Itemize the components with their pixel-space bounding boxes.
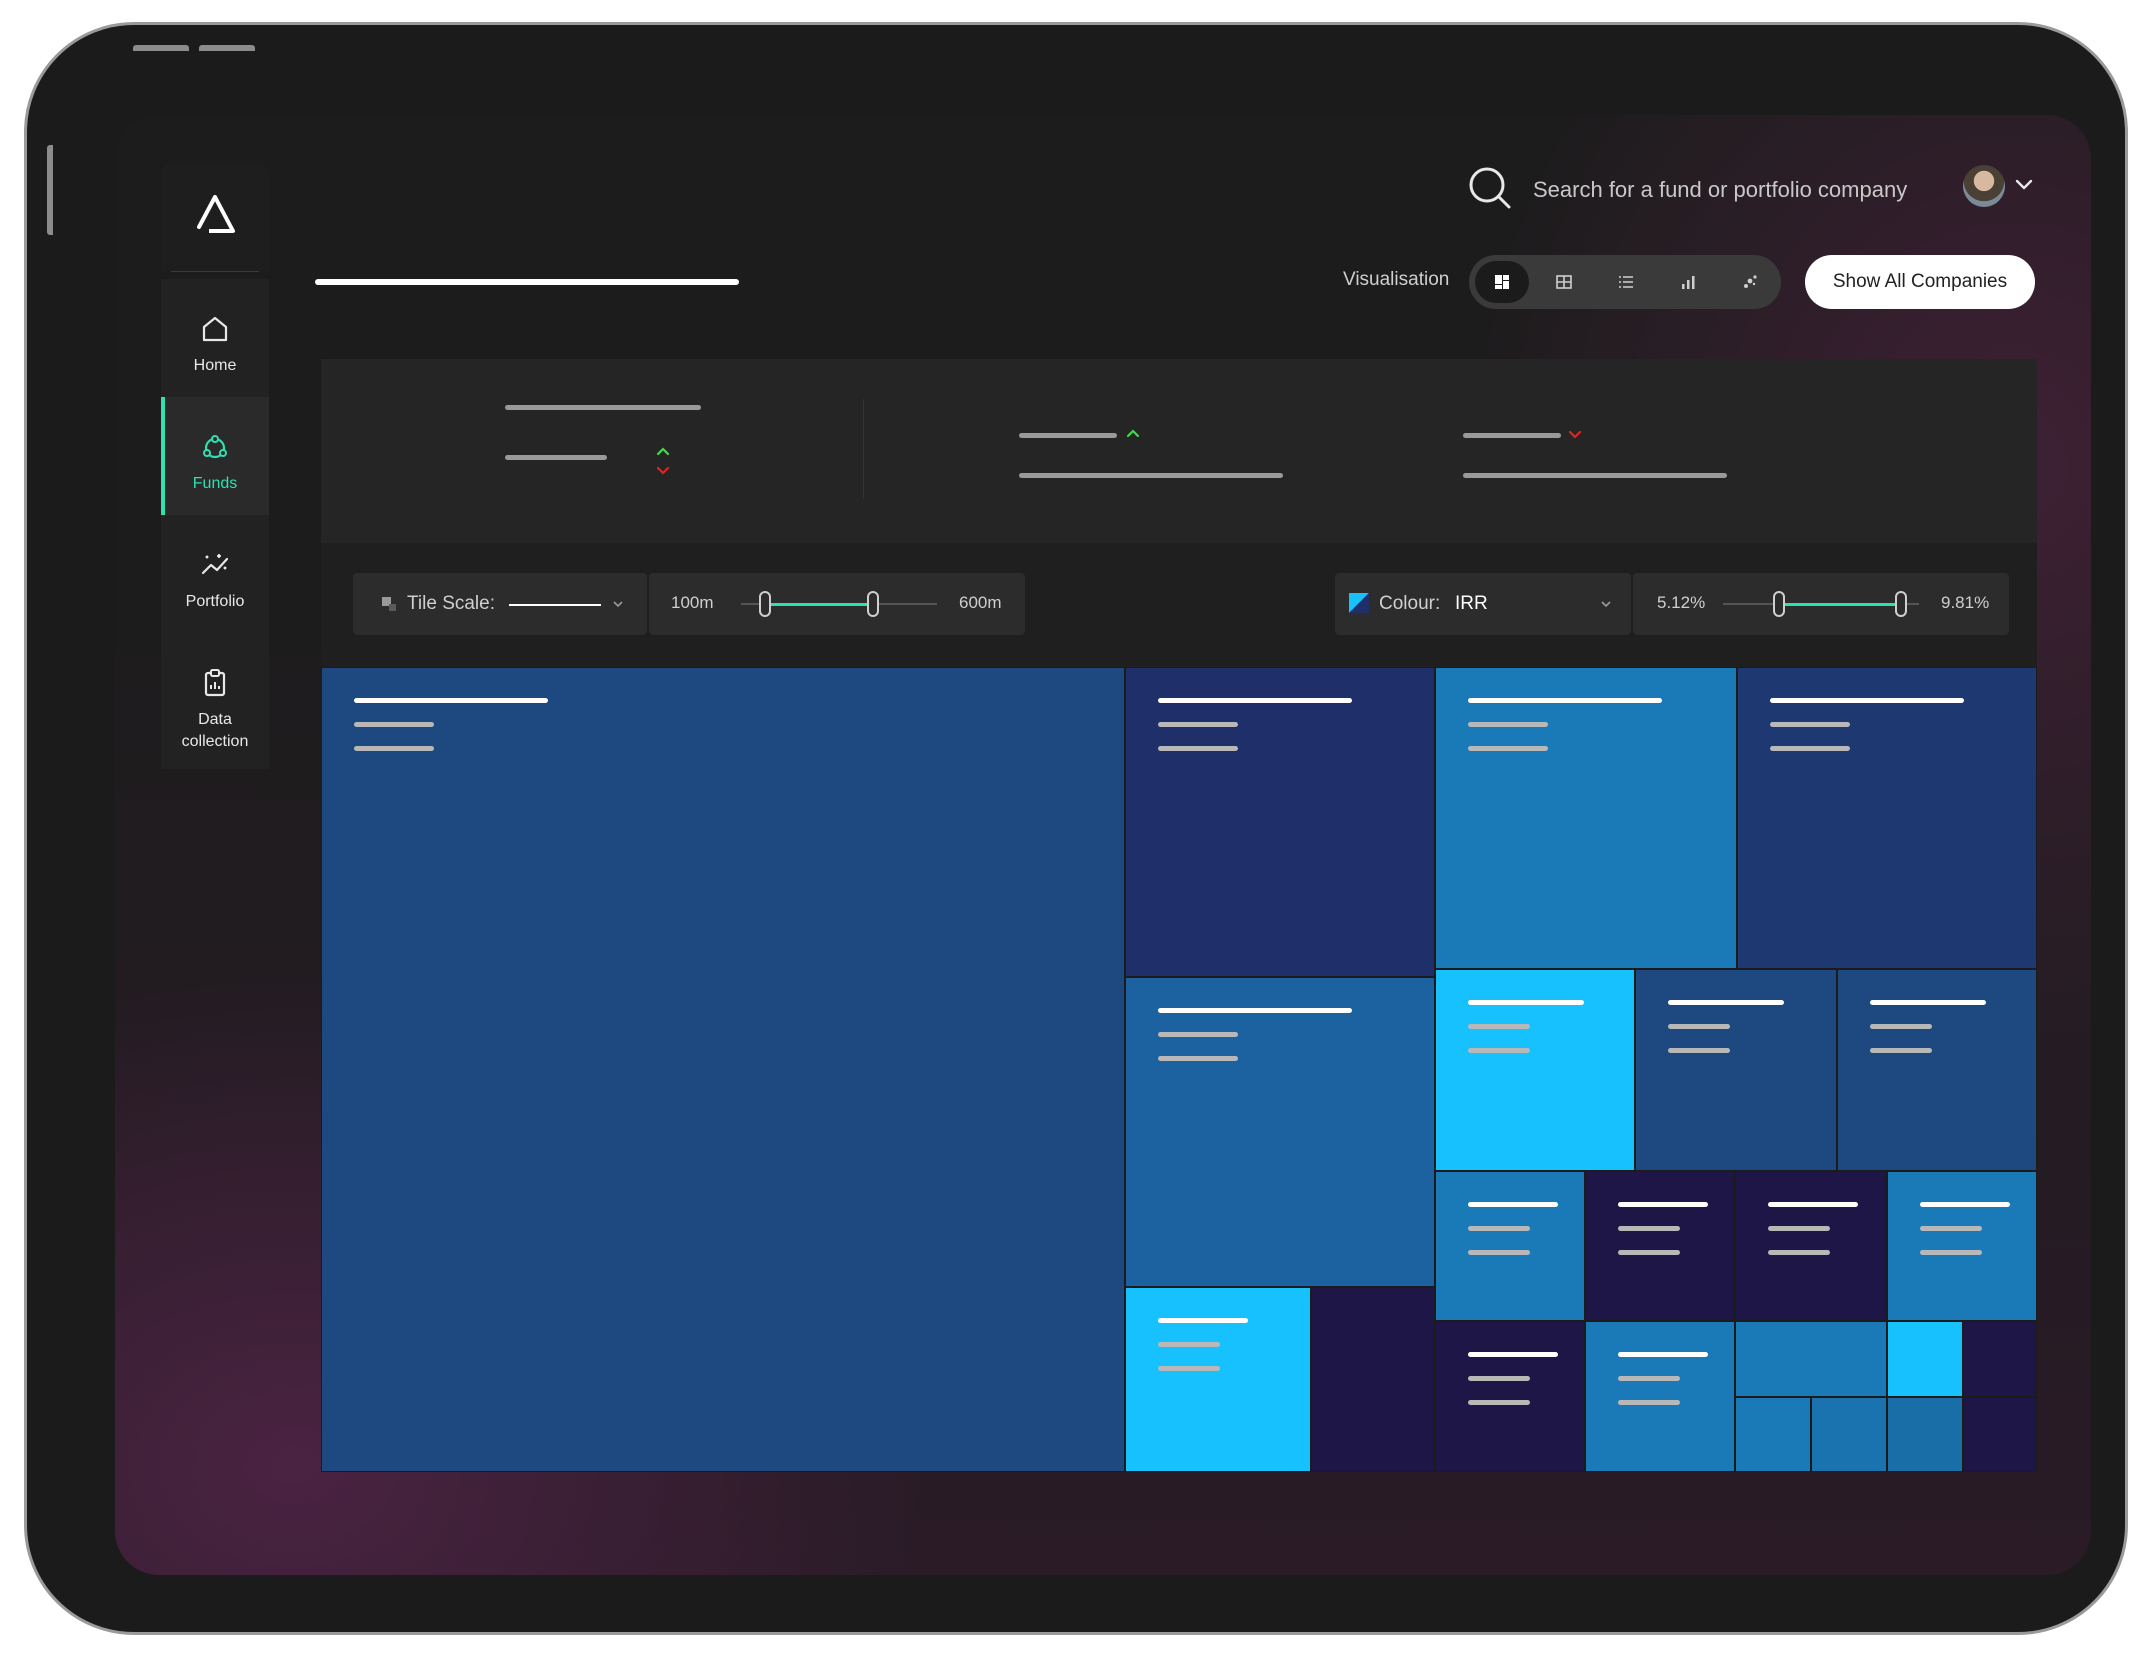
treemap-tile[interactable] [321,667,1125,1472]
colour-swatch-icon [1349,593,1369,613]
summary-title-placeholder [505,405,701,410]
treemap-tile[interactable] [1585,1321,1735,1472]
scatter-icon [1744,275,1757,288]
search-input[interactable] [1531,173,1935,207]
company-treemap [321,667,2037,1472]
summary-metric-label-placeholder [1019,433,1117,438]
treemap-tile[interactable] [1963,1321,2037,1397]
power-button [199,45,255,51]
slider-max-handle[interactable] [1895,591,1907,617]
sidebar-item-home[interactable]: Home [161,279,269,397]
treemap-view-button[interactable] [1475,261,1529,303]
sidebar-item-funds[interactable]: Funds [161,397,269,515]
treemap-icon [1495,275,1509,289]
tile-min-value: 100m [671,593,714,612]
treemap-tile[interactable] [1811,1397,1887,1472]
treemap-tile[interactable] [1887,1397,1963,1472]
fund-summary-card [321,359,2037,543]
slider-min-handle[interactable] [1773,591,1785,617]
sidebar-item-label: Funds [192,475,238,492]
grid-view-button[interactable] [1537,261,1591,303]
tablet-frame: Home Funds Portfolio Data collection Vis… [24,22,2128,1635]
colour-label: Colour: [1379,593,1441,614]
visualisation-switcher [1469,255,1781,309]
clipboard-icon [204,669,226,697]
treemap-tile[interactable] [1735,1321,1887,1397]
treemap-tile[interactable] [1963,1397,2037,1472]
funds-icon [203,435,227,459]
sidebar-item-label: Portfolio [185,593,245,610]
slider-max-handle[interactable] [867,591,879,617]
trend-up-icon [656,447,670,456]
treemap-tile[interactable] [1435,969,1635,1171]
summary-value-placeholder [505,455,607,460]
colour-value: IRR [1455,593,1488,614]
treemap-tile[interactable] [1435,1321,1585,1472]
show-all-companies-button[interactable]: Show All Companies [1805,255,2035,309]
search-bar[interactable] [1467,165,2007,213]
grid-icon [1556,275,1572,289]
app-screen: Home Funds Portfolio Data collection Vis… [115,115,2091,1575]
treemap-tile[interactable] [1887,1171,2037,1321]
avatar[interactable] [1963,165,2005,207]
treemap-tile[interactable] [1125,1287,1311,1472]
sidebar-item-portfolio[interactable]: Portfolio [161,515,269,633]
treemap-tile[interactable] [1435,1171,1585,1321]
visualisation-label: Visualisation [1343,269,1450,290]
summary-divider [863,399,864,499]
tile-scale-range-slider[interactable]: 100m 600m [649,573,1025,635]
treemap-tile[interactable] [1435,667,1737,969]
home-icon [202,316,228,342]
trend-down-icon [1568,430,1582,439]
logo-container[interactable] [161,163,269,271]
bar-chart-icon [1682,276,1695,289]
tile-scale-value-placeholder [509,604,601,606]
sidebar-item-data-collection[interactable]: Data collection [161,633,269,769]
treemap-tile[interactable] [1635,969,1837,1171]
treemap-tile[interactable] [1125,977,1435,1287]
sidebar-divider [171,271,259,272]
treemap-tile[interactable] [1125,667,1435,977]
summary-metric-label-placeholder [1463,433,1561,438]
list-icon [1619,276,1633,288]
side-button [47,145,53,235]
trend-up-icon [1126,429,1140,438]
scatter-view-button[interactable] [1723,261,1777,303]
treemap-tile[interactable] [1887,1321,1963,1397]
search-icon [1469,167,1511,209]
bar-view-button[interactable] [1661,261,1715,303]
sidebar-item-label: Home [193,357,237,374]
treemap-controls: Tile Scale: 100m 600m Colour: IRR 5.12% [321,543,2037,667]
colour-metric-select[interactable]: Colour: IRR [1335,573,1631,635]
treemap-tile[interactable] [1585,1171,1735,1321]
page-title-placeholder [315,279,739,285]
volume-button [133,45,189,51]
slider-fill [1779,603,1901,606]
chevron-down-icon [613,601,623,608]
treemap-tile[interactable] [1735,1397,1811,1472]
summary-metric-value-placeholder [1019,473,1283,478]
sidebar-item-label: Data collection [181,711,249,750]
colour-max-value: 9.81% [1941,593,1990,612]
list-view-button[interactable] [1599,261,1653,303]
slider-fill [765,603,873,606]
treemap-tile[interactable] [1311,1287,1435,1472]
delta-logo-icon [197,195,235,233]
colour-min-value: 5.12% [1657,593,1706,612]
tile-scale-icon [382,597,396,611]
portfolio-chart-icon [201,554,229,575]
colour-range-slider[interactable]: 5.12% 9.81% [1633,573,2009,635]
treemap-tile[interactable] [1837,969,2037,1171]
tile-scale-label: Tile Scale: [407,593,495,614]
chevron-down-icon [1601,601,1611,608]
chevron-down-icon[interactable] [2013,173,2035,195]
treemap-tile[interactable] [1737,667,2037,969]
tile-scale-select[interactable]: Tile Scale: [353,573,647,635]
slider-min-handle[interactable] [759,591,771,617]
trend-down-icon [656,466,670,475]
tile-max-value: 600m [959,593,1002,612]
summary-metric-value-placeholder [1463,473,1727,478]
treemap-tile[interactable] [1735,1171,1887,1321]
